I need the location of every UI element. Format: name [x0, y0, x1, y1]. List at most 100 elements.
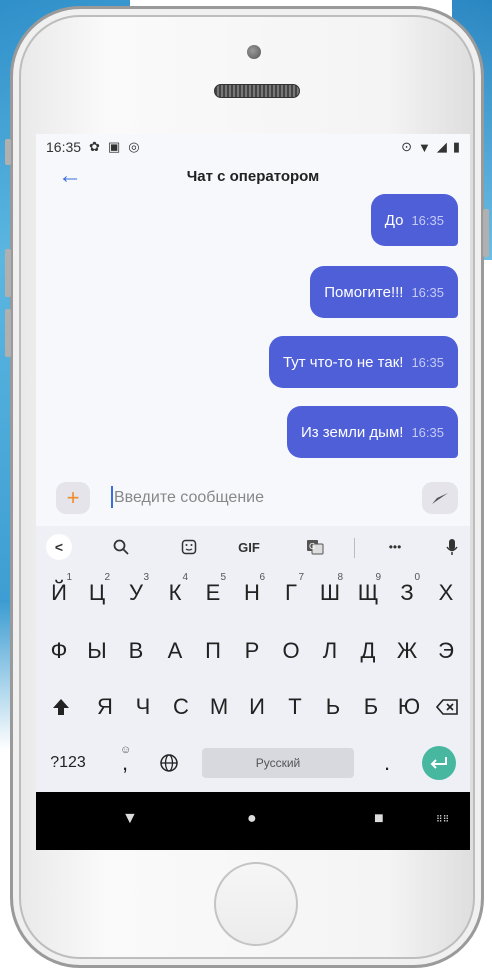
- status-time: 16:35: [46, 139, 82, 155]
- backspace-icon: [436, 699, 458, 715]
- keyboard-row-4: ?123 , ☺ Русский .: [36, 740, 470, 786]
- keyboard-switch-icon[interactable]: ⠿⠿: [436, 814, 449, 825]
- key[interactable]: У3: [117, 570, 155, 616]
- key[interactable]: З0: [388, 570, 426, 616]
- key[interactable]: Щ9: [349, 570, 387, 616]
- message-text: Тут что-то не так!: [282, 353, 404, 371]
- send-icon: [432, 493, 448, 504]
- recents-nav-icon[interactable]: ■: [374, 810, 384, 828]
- key[interactable]: П: [194, 628, 232, 674]
- chevron-left-icon[interactable]: <: [46, 534, 72, 560]
- key[interactable]: Я: [86, 684, 124, 730]
- camera-icon: [247, 45, 261, 59]
- key[interactable]: Н6: [233, 570, 271, 616]
- globe-icon: [160, 754, 178, 772]
- backspace-key[interactable]: [428, 684, 466, 730]
- send-button[interactable]: [422, 482, 458, 514]
- status-bar: 16:35 ✿ ▣ ◎ ⊙ ▼ ◢ ▮: [36, 134, 470, 160]
- key[interactable]: С: [162, 684, 200, 730]
- volume-button: [5, 249, 11, 297]
- message-bubble[interactable]: Помогите!!! 16:35: [310, 266, 458, 318]
- key[interactable]: Ж: [388, 628, 426, 674]
- key[interactable]: М: [200, 684, 238, 730]
- key[interactable]: Ц2: [78, 570, 116, 616]
- attach-button[interactable]: +: [56, 482, 90, 514]
- vpn-icon: ◎: [128, 139, 140, 154]
- volume-button: [5, 309, 11, 357]
- message-time: 16:35: [411, 354, 444, 370]
- message-list: До 16:35 Помогите!!! 16:35 Тут что-то не…: [36, 192, 470, 472]
- message-composer: +: [36, 476, 470, 520]
- message-text: Помогите!!!: [324, 283, 404, 301]
- sticker-icon[interactable]: [176, 534, 202, 560]
- key[interactable]: Э: [427, 628, 465, 674]
- home-button[interactable]: [214, 862, 298, 946]
- gear-icon: ✿: [89, 139, 100, 154]
- space-key[interactable]: Русский: [202, 748, 354, 778]
- key[interactable]: В: [117, 628, 155, 674]
- key[interactable]: Л: [311, 628, 349, 674]
- key[interactable]: Ф: [40, 628, 78, 674]
- power-button: [483, 209, 489, 257]
- key[interactable]: Ы: [78, 628, 116, 674]
- keyboard-row-1: Й1 Ц2 У3 К4 Е5 Н6 Г7 Ш8 Щ9 З0 Х: [36, 570, 470, 616]
- search-icon[interactable]: [108, 534, 134, 560]
- key[interactable]: Х: [427, 570, 465, 616]
- app-bar: ← Чат с оператором: [36, 160, 470, 192]
- phone-screen: 16:35 ✿ ▣ ◎ ⊙ ▼ ◢ ▮ ← Чат с оператором Д…: [36, 134, 470, 850]
- enter-key[interactable]: [422, 746, 456, 780]
- message-text: Из земли дым!: [300, 423, 404, 441]
- key[interactable]: Т: [276, 684, 314, 730]
- numbers-key[interactable]: ?123: [44, 740, 92, 786]
- home-nav-icon[interactable]: ●: [247, 810, 257, 828]
- toolbar-divider: [354, 538, 355, 558]
- key[interactable]: И: [238, 684, 276, 730]
- keyboard-row-3: Я Ч С М И Т Ь Б Ю: [36, 684, 470, 730]
- key[interactable]: Б: [352, 684, 390, 730]
- gallery-icon: ▣: [107, 139, 121, 154]
- back-arrow-icon[interactable]: ←: [58, 162, 82, 190]
- message-bubble[interactable]: Из земли дым! 16:35: [286, 406, 458, 458]
- translate-icon[interactable]: G: [302, 534, 328, 560]
- period-key[interactable]: .: [368, 740, 406, 786]
- globe-key[interactable]: [150, 740, 188, 786]
- key[interactable]: Ю: [390, 684, 428, 730]
- svg-text:G: G: [309, 542, 315, 551]
- key[interactable]: Р: [233, 628, 271, 674]
- more-button[interactable]: •••: [380, 534, 410, 560]
- key[interactable]: А: [156, 628, 194, 674]
- key[interactable]: Ч: [124, 684, 162, 730]
- keyboard-toolbar: < GIF G •••: [36, 526, 470, 568]
- text-caret: [111, 486, 113, 508]
- key[interactable]: О: [272, 628, 310, 674]
- emoji-icon: ☺: [120, 744, 132, 756]
- shift-key[interactable]: [42, 684, 80, 730]
- navigation-bar: ▼ ● ■ ⠿⠿: [36, 792, 470, 850]
- key[interactable]: К4: [156, 570, 194, 616]
- signal-icon: ◢: [436, 139, 447, 154]
- key[interactable]: Д: [349, 628, 387, 674]
- mic-icon[interactable]: [440, 534, 464, 560]
- keyboard-row-2: Ф Ы В А П Р О Л Д Ж Э: [36, 628, 470, 674]
- gif-button[interactable]: GIF: [232, 534, 266, 560]
- volume-button: [5, 139, 11, 165]
- message-bubble[interactable]: До 16:35: [370, 194, 458, 246]
- message-input[interactable]: [114, 482, 404, 514]
- key[interactable]: Й1: [40, 570, 78, 616]
- location-icon: ⊙: [401, 139, 412, 154]
- key[interactable]: Е5: [194, 570, 232, 616]
- message-time: 16:35: [411, 424, 444, 440]
- page-title: Чат с оператором: [186, 167, 320, 185]
- keyboard: < GIF G ••• Й1 Ц2 У3 К4 Е5 Н6 Г7 Ш 8 Щ 9…: [36, 526, 470, 792]
- message-bubble[interactable]: Тут что-то не так! 16:35: [268, 336, 458, 388]
- shift-icon: [53, 699, 69, 715]
- battery-icon: ▮: [452, 139, 460, 154]
- message-time: 16:35: [411, 284, 444, 300]
- key[interactable]: Г7: [272, 570, 310, 616]
- back-nav-icon[interactable]: ▼: [122, 810, 138, 828]
- key[interactable]: Ш8: [311, 570, 349, 616]
- comma-key[interactable]: , ☺: [106, 740, 144, 786]
- wifi-icon: ▼: [417, 139, 431, 155]
- key[interactable]: Ь: [314, 684, 352, 730]
- message-time: 16:35: [411, 212, 444, 228]
